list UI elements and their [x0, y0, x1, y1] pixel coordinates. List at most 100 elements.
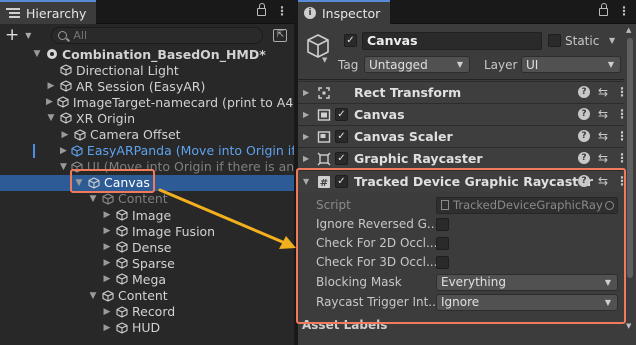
expanded-arrow-icon[interactable]: ▼ — [46, 113, 56, 123]
hierarchy-row[interactable]: ▶ Sparse — [0, 255, 294, 271]
collapsed-arrow-icon[interactable]: ▶ — [102, 307, 112, 317]
hierarchy-tab[interactable]: Hierarchy — [0, 0, 97, 24]
ignore-reversed-checkbox[interactable] — [436, 217, 449, 231]
help-icon[interactable]: ? — [577, 152, 590, 164]
more-options-icon[interactable]: ⋮ — [276, 4, 288, 18]
hierarchy-row-label: Image Fusion — [132, 223, 216, 239]
collapsed-arrow-icon[interactable]: ▶ — [102, 323, 112, 333]
object-picker-icon[interactable] — [605, 200, 614, 210]
chevron-down-icon[interactable]: ▼ — [322, 56, 327, 64]
hierarchy-tab-label: Hierarchy — [26, 5, 87, 21]
tag-dropdown[interactable]: Untagged ▼ — [364, 56, 470, 73]
collapsed-arrow-icon[interactable]: ▶ — [102, 274, 112, 284]
gameobject-icon — [88, 177, 100, 189]
component-header[interactable]: ▶ Rect Transform? ⇆ ⋮ — [298, 81, 636, 103]
collapsed-arrow-icon[interactable]: ▶ — [102, 210, 112, 220]
component-enabled-checkbox[interactable]: ✓ — [335, 130, 348, 143]
scrollbar-thumb[interactable] — [627, 38, 633, 278]
hierarchy-row[interactable]: ▶ EasyARPanda (Move into Origin if th — [0, 143, 294, 159]
collapsed-arrow-icon[interactable]: ▶ — [60, 146, 67, 156]
active-checkbox[interactable]: ✓ — [344, 34, 357, 47]
collapsed-arrow-icon[interactable]: ▶ — [303, 154, 315, 163]
hierarchy-row[interactable]: ▼ Content — [0, 288, 294, 304]
search-options-icon[interactable]: ⇱ — [273, 28, 288, 42]
static-checkbox[interactable] — [548, 34, 561, 47]
hierarchy-row[interactable]: ▼ Content — [0, 191, 294, 207]
hierarchy-row[interactable]: ▶ Image — [0, 207, 294, 223]
hierarchy-row[interactable]: Directional Light — [0, 62, 294, 78]
component-header[interactable]: ▼ # ✓ Tracked Device Graphic Raycaster? ⇆ ⋮ — [298, 170, 636, 192]
preset-icon[interactable]: ⇆ — [598, 107, 608, 121]
help-icon[interactable]: ? — [577, 86, 590, 98]
inspector-scrollbar[interactable]: ▲ ▼ — [624, 24, 636, 345]
collapsed-arrow-icon[interactable]: ▶ — [303, 110, 315, 119]
collapsed-arrow-icon[interactable]: ▶ — [303, 132, 315, 141]
component-enabled-checkbox[interactable]: ✓ — [335, 108, 348, 121]
hierarchy-row[interactable]: ▼ Combination_BasedOn_HMD* — [0, 46, 294, 62]
collapsed-arrow-icon[interactable]: ▶ — [102, 226, 112, 236]
scroll-down-icon[interactable]: ▼ — [626, 322, 631, 330]
search-field[interactable] — [51, 26, 264, 44]
expanded-arrow-icon[interactable]: ▼ — [303, 177, 315, 186]
collapsed-arrow-icon[interactable]: ▶ — [46, 81, 56, 91]
check-2d-checkbox[interactable] — [436, 236, 449, 250]
hierarchy-row[interactable]: ▼ UI (Move into Origin if there is any, s — [0, 159, 294, 175]
hierarchy-tab-bar: Hierarchy ⋮ — [0, 0, 294, 24]
hierarchy-row[interactable]: ▶ Mega — [0, 271, 294, 287]
hierarchy-row[interactable]: ▼ Canvas — [0, 174, 294, 191]
hierarchy-row[interactable]: ▶ Record — [0, 304, 294, 320]
help-icon[interactable]: ? — [577, 175, 590, 187]
component-header[interactable]: ▶ ✓ Graphic Raycaster? ⇆ ⋮ — [298, 147, 636, 169]
expanded-arrow-icon[interactable]: ▼ — [74, 178, 84, 188]
collapsed-arrow-icon[interactable]: ▶ — [303, 88, 315, 97]
component-enabled-checkbox[interactable]: ✓ — [335, 175, 348, 188]
hierarchy-row[interactable]: ▶ AR Session (EasyAR) — [0, 78, 294, 94]
expanded-arrow-icon[interactable]: ▼ — [88, 291, 98, 301]
collapsed-arrow-icon[interactable]: ▶ — [60, 130, 70, 140]
chevron-down-icon[interactable]: ▼ — [25, 31, 31, 40]
hierarchy-row[interactable]: ▶ Camera Offset — [0, 127, 294, 143]
expanded-arrow-icon[interactable]: ▼ — [88, 194, 98, 204]
hierarchy-row-label: Mega — [132, 271, 167, 287]
search-input[interactable] — [73, 28, 254, 42]
preset-icon[interactable]: ⇆ — [598, 151, 608, 165]
check-3d-checkbox[interactable] — [436, 255, 449, 269]
hierarchy-row[interactable]: ▶ Dense — [0, 239, 294, 255]
asset-labels-header[interactable]: Asset Labels — [302, 318, 387, 332]
lock-icon[interactable] — [257, 3, 266, 16]
collapsed-arrow-icon[interactable]: ▶ — [102, 242, 112, 252]
hierarchy-row[interactable]: ▶ ImageTarget-namecard (print to A4 pa — [0, 94, 294, 110]
collapsed-arrow-icon[interactable]: ▶ — [102, 258, 112, 268]
hierarchy-row-label: XR Origin — [76, 110, 136, 126]
scene-icon — [46, 48, 58, 60]
preset-icon[interactable]: ⇆ — [598, 174, 608, 188]
hierarchy-row[interactable]: ▶ HUD — [0, 320, 294, 336]
raycast-trigger-dropdown[interactable]: Ignore ▼ — [436, 293, 618, 311]
layer-dropdown[interactable]: UI ▼ — [521, 56, 621, 73]
object-name-field[interactable]: Canvas — [362, 32, 542, 50]
component-header[interactable]: ▶ ✓ Canvas Scaler? ⇆ ⋮ — [298, 125, 636, 147]
inspector-more-icon[interactable]: ⋮ — [618, 4, 630, 18]
preset-icon[interactable]: ⇆ — [598, 85, 608, 99]
static-dropdown-icon[interactable]: ▼ — [609, 36, 615, 45]
gameobject-icon — [102, 193, 114, 205]
hierarchy-row[interactable]: ▼ XR Origin — [0, 110, 294, 126]
help-icon[interactable]: ? — [577, 130, 590, 142]
component-enabled-checkbox[interactable]: ✓ — [335, 152, 348, 165]
add-button[interactable]: + — [5, 26, 19, 44]
blocking-mask-dropdown[interactable]: Everything ▼ — [436, 273, 618, 291]
expanded-arrow-icon[interactable]: ▼ — [60, 162, 67, 172]
help-icon[interactable]: ? — [577, 108, 590, 120]
inspector-tab[interactable]: i Inspector — [298, 0, 391, 24]
expanded-arrow-icon[interactable]: ▼ — [32, 49, 42, 59]
tag-value: Untagged — [369, 57, 428, 72]
preset-icon[interactable]: ⇆ — [598, 129, 608, 143]
hierarchy-list-icon — [6, 8, 20, 18]
script-field[interactable]: TrackedDeviceGraphicRay — [436, 196, 618, 214]
component-header[interactable]: ▶ ✓ Canvas? ⇆ ⋮ — [298, 103, 636, 125]
hierarchy-row[interactable]: ▶ Image Fusion — [0, 223, 294, 239]
collapsed-arrow-icon[interactable]: ▶ — [46, 97, 53, 107]
hierarchy-row-label: Canvas — [104, 175, 150, 191]
inspector-lock-icon[interactable] — [599, 3, 608, 16]
scroll-up-icon[interactable]: ▲ — [626, 26, 631, 34]
